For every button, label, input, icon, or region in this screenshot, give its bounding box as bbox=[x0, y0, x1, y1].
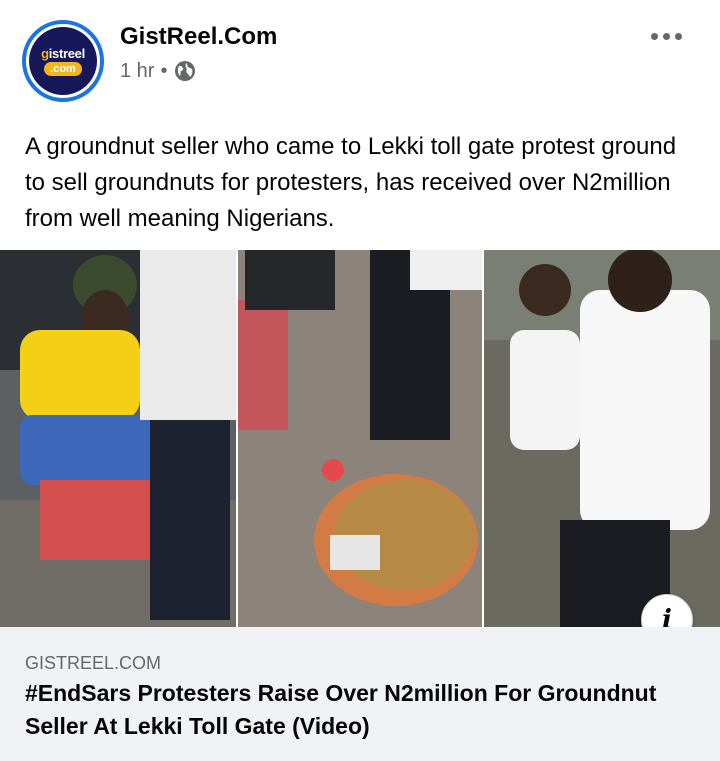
post-video-thumbnail[interactable] bbox=[0, 250, 720, 627]
post-meta: 1 hr • bbox=[120, 59, 197, 83]
man-shirt bbox=[580, 290, 710, 530]
meta-separator: • bbox=[160, 59, 168, 82]
plaid-cloth bbox=[238, 300, 288, 430]
man-head bbox=[608, 250, 672, 312]
more-dot bbox=[662, 32, 670, 40]
cash-notes bbox=[330, 535, 380, 570]
page-avatar[interactable]: gistreel .com bbox=[22, 20, 104, 102]
girl-head bbox=[519, 264, 571, 316]
gistreel-logo: gistreel .com bbox=[29, 27, 97, 95]
more-options-button[interactable] bbox=[644, 22, 688, 50]
post-text: A groundnut seller who came to Lekki tol… bbox=[25, 133, 677, 232]
post-timestamp[interactable]: 1 hr bbox=[120, 60, 154, 83]
more-options-icon bbox=[650, 32, 658, 40]
legs-dark bbox=[245, 250, 335, 310]
panel-divider bbox=[482, 250, 484, 627]
yellow-shirt bbox=[20, 330, 140, 420]
link-title[interactable]: #EndSars Protesters Raise Over N2million… bbox=[25, 677, 675, 743]
link-domain: GISTREEL.COM bbox=[25, 653, 162, 673]
link-preview[interactable]: GISTREEL.COM #EndSars Protesters Raise O… bbox=[0, 627, 720, 761]
white-top bbox=[410, 250, 482, 290]
panel-divider bbox=[236, 250, 238, 627]
protester-jeans bbox=[150, 420, 230, 620]
red-cup bbox=[322, 459, 344, 481]
post-header: gistreel .com GistReel.Com 1 hr • bbox=[0, 0, 720, 112]
globe-icon[interactable] bbox=[173, 59, 197, 83]
video-thumbnail-collage bbox=[0, 250, 720, 627]
more-dot bbox=[674, 32, 682, 40]
protester-shirt bbox=[140, 250, 236, 420]
page-name-link[interactable]: GistReel.Com bbox=[120, 23, 277, 51]
logo-wordmark: gistreel bbox=[41, 46, 85, 61]
girl-shirt bbox=[510, 330, 580, 450]
logo-tag: .com bbox=[44, 62, 82, 76]
